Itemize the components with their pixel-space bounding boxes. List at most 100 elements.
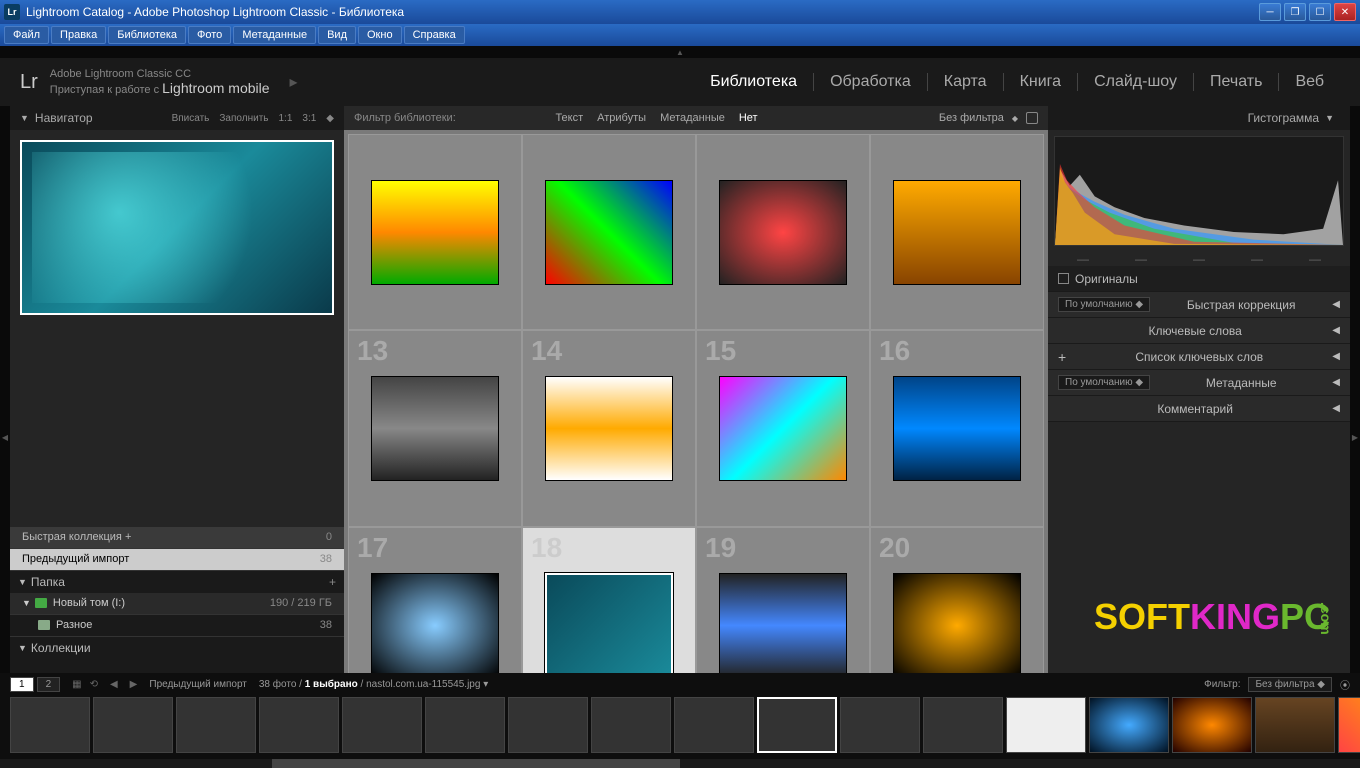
collections-label: Коллекции: [31, 641, 91, 655]
filmstrip-thumb[interactable]: [508, 697, 588, 753]
filmstrip-thumb[interactable]: [923, 697, 1003, 753]
filmstrip-thumb[interactable]: [1255, 697, 1335, 753]
grid-cell[interactable]: [348, 134, 522, 330]
originals-row[interactable]: Оригиналы: [1048, 266, 1350, 292]
restore-button[interactable]: ❐: [1284, 3, 1306, 21]
nav-fill[interactable]: Заполнить: [219, 113, 268, 124]
keyword-list-panel[interactable]: + Список ключевых слов ◀: [1048, 344, 1350, 370]
module-web[interactable]: Веб: [1278, 73, 1340, 91]
filmstrip-thumbs[interactable]: [0, 695, 1360, 759]
filter-metadata[interactable]: Метаданные: [660, 112, 725, 124]
filter-switch-icon[interactable]: ⦿: [1340, 677, 1350, 692]
selected-count: 1 выбрано: [305, 679, 358, 690]
filmstrip-thumb[interactable]: [342, 697, 422, 753]
filmstrip-thumb[interactable]: [425, 697, 505, 753]
add-folder-icon[interactable]: +: [329, 575, 336, 589]
previous-import-row[interactable]: Предыдущий импорт 38: [10, 549, 344, 571]
nav-fit[interactable]: Вписать: [172, 113, 210, 124]
folder-row[interactable]: Разное 38: [10, 615, 344, 637]
grid-cell[interactable]: 14: [522, 330, 696, 526]
collections-header[interactable]: ▼ Коллекции: [10, 637, 344, 659]
menu-view[interactable]: Вид: [318, 26, 356, 44]
lock-icon[interactable]: [1026, 112, 1038, 124]
menu-window[interactable]: Окно: [358, 26, 402, 44]
module-map[interactable]: Карта: [927, 73, 1003, 91]
monitor-1[interactable]: 1: [10, 677, 34, 692]
grid-cell[interactable]: 16: [870, 330, 1044, 526]
module-book[interactable]: Книга: [1003, 73, 1077, 91]
nav-3to1[interactable]: 3:1: [302, 113, 316, 124]
grid-cell[interactable]: [696, 134, 870, 330]
filmstrip-thumb[interactable]: [1338, 697, 1360, 753]
menu-metadata[interactable]: Метаданные: [233, 26, 316, 44]
filmstrip-thumb[interactable]: [1089, 697, 1169, 753]
chevron-down-icon: ▼: [20, 113, 29, 123]
plus-icon[interactable]: +: [1058, 349, 1066, 365]
filmstrip-thumb[interactable]: [674, 697, 754, 753]
module-library[interactable]: Библиотека: [694, 73, 813, 91]
filter-preset-dropdown-icon[interactable]: ◆: [1012, 114, 1018, 123]
top-panel-toggle[interactable]: [0, 46, 1360, 58]
navigator-header[interactable]: ▼ Навигатор Вписать Заполнить 1:1 3:1 ◆: [10, 106, 344, 130]
breadcrumb-dropdown-icon[interactable]: ▾: [483, 679, 488, 690]
menu-library[interactable]: Библиотека: [108, 26, 186, 44]
preset-dropdown[interactable]: По умолчанию ◆: [1058, 297, 1150, 312]
comments-panel[interactable]: Комментарий ◀: [1048, 396, 1350, 422]
filter-text[interactable]: Текст: [555, 112, 583, 124]
filter-preset[interactable]: Без фильтра: [939, 112, 1004, 124]
module-slideshow[interactable]: Слайд-шоу: [1077, 73, 1193, 91]
breadcrumb[interactable]: Предыдущий импорт: [149, 679, 247, 690]
navigator-preview[interactable]: [20, 140, 334, 315]
filmstrip-filter-dropdown[interactable]: Без фильтра ◆: [1248, 677, 1332, 692]
menu-photo[interactable]: Фото: [188, 26, 231, 44]
close-button[interactable]: ✕: [1334, 3, 1356, 21]
histogram-header[interactable]: Гистограмма ▼: [1048, 106, 1350, 130]
nav-forward-icon[interactable]: ▶: [130, 679, 138, 690]
titlebar: Lr Lightroom Catalog - Adobe Photoshop L…: [0, 0, 1360, 24]
filmstrip-thumb[interactable]: [93, 697, 173, 753]
module-print[interactable]: Печать: [1193, 73, 1278, 91]
jump-back-icon[interactable]: ⟲: [90, 679, 98, 690]
right-panel-toggle[interactable]: ▶: [1350, 106, 1360, 768]
folders-header[interactable]: ▼ Папка +: [10, 571, 344, 593]
metadata-preset-dropdown[interactable]: По умолчанию ◆: [1058, 375, 1150, 390]
grid-view[interactable]: 13 14 15 16 17 18 19 20: [344, 130, 1048, 728]
maximize-button[interactable]: ☐: [1309, 3, 1331, 21]
left-panel-toggle[interactable]: ◀: [0, 106, 10, 768]
nav-back-icon[interactable]: ◀: [110, 679, 118, 690]
drive-row[interactable]: ▼ Новый том (I:) 190 / 219 ГБ: [10, 593, 344, 615]
filmstrip-thumb[interactable]: [1172, 697, 1252, 753]
filmstrip-thumb[interactable]: [840, 697, 920, 753]
filter-attributes[interactable]: Атрибуты: [597, 112, 646, 124]
filter-none[interactable]: Нет: [739, 112, 758, 124]
module-develop[interactable]: Обработка: [813, 73, 927, 91]
chevron-down-icon: ▼: [22, 598, 31, 608]
filmstrip-thumb[interactable]: [176, 697, 256, 753]
quick-develop-panel[interactable]: По умолчанию ◆ Быстрая коррекция ◀: [1048, 292, 1350, 318]
filmstrip-thumb[interactable]: [10, 697, 90, 753]
grid-cell[interactable]: [870, 134, 1044, 330]
histogram[interactable]: [1054, 136, 1344, 246]
grid-icon[interactable]: ▦: [72, 679, 81, 690]
menu-help[interactable]: Справка: [404, 26, 465, 44]
nav-1to1[interactable]: 1:1: [278, 113, 292, 124]
grid-cell[interactable]: 15: [696, 330, 870, 526]
identity-dropdown-icon[interactable]: ▸: [290, 72, 298, 92]
filmstrip-thumb[interactable]: [259, 697, 339, 753]
filmstrip-scrollbar[interactable]: [0, 759, 1360, 768]
filmstrip-thumb[interactable]: [1006, 697, 1086, 753]
menu-edit[interactable]: Правка: [51, 26, 106, 44]
monitor-2[interactable]: 2: [37, 677, 61, 692]
minimize-button[interactable]: ─: [1259, 3, 1281, 21]
quick-collection-row[interactable]: Быстрая коллекция + 0: [10, 527, 344, 549]
menu-file[interactable]: Файл: [4, 26, 49, 44]
nav-zoom-dropdown-icon[interactable]: ◆: [326, 113, 334, 124]
filmstrip-thumb[interactable]: [591, 697, 671, 753]
filmstrip-thumb-selected[interactable]: [757, 697, 837, 753]
grid-cell[interactable]: [522, 134, 696, 330]
keywords-panel[interactable]: Ключевые слова ◀: [1048, 318, 1350, 344]
checkbox-icon[interactable]: [1058, 273, 1069, 284]
metadata-panel[interactable]: По умолчанию ◆ Метаданные ◀: [1048, 370, 1350, 396]
grid-cell[interactable]: 13: [348, 330, 522, 526]
chevron-down-icon: ▼: [18, 577, 27, 587]
